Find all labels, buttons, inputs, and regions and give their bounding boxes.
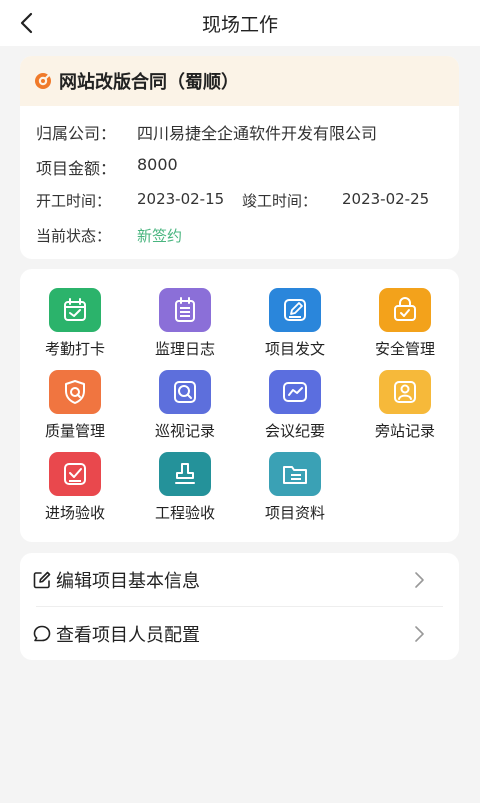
chevron-right-icon — [415, 572, 424, 588]
project-actions-card: 编辑项目基本信息 查看项目人员配置 — [20, 553, 459, 660]
edit-project-info-item[interactable]: 编辑项目基本信息 — [20, 553, 459, 607]
calendar-check-icon — [49, 288, 101, 332]
person-icon — [379, 370, 431, 414]
project-logo-icon — [35, 73, 51, 89]
tile-label: 考勤打卡 — [44, 340, 105, 358]
end-label: 竣工时间： — [242, 192, 318, 210]
view-project-staff-label: 查看项目人员配置 — [56, 625, 200, 646]
edit-icon — [33, 571, 51, 589]
status-row: 当前状态： 新签约 — [36, 225, 182, 246]
top-nav-bar: 现场工作 — [0, 0, 480, 46]
company-value: 四川易捷全企通软件开发有限公司 — [137, 124, 378, 143]
stamp-icon — [159, 452, 211, 496]
chevron-right-icon — [415, 626, 424, 642]
safety-bag-icon — [379, 288, 431, 332]
tile-label: 工程验收 — [154, 504, 215, 522]
tile-meeting-minutes[interactable]: 会议纪要 — [240, 370, 350, 452]
meeting-chart-icon — [269, 370, 321, 414]
view-project-staff-item[interactable]: 查看项目人员配置 — [20, 607, 459, 660]
status-value: 新签约 — [137, 227, 183, 245]
tile-label: 项目资料 — [264, 504, 325, 522]
status-label: 当前状态： — [36, 227, 112, 245]
tile-quality[interactable]: 质量管理 — [20, 370, 130, 452]
end-value: 2023-02-25 — [342, 190, 430, 208]
tile-project-materials[interactable]: 项目资料 — [240, 452, 350, 534]
tile-project-docs-issue[interactable]: 项目发文 — [240, 288, 350, 370]
project-name: 网站改版合同（蜀顺） — [59, 72, 239, 93]
company-row: 归属公司： 四川易捷全企通软件开发有限公司 — [36, 120, 377, 144]
tile-side-station-record[interactable]: 旁站记录 — [350, 370, 459, 452]
tile-label: 巡视记录 — [154, 422, 215, 440]
page-title: 现场工作 — [201, 14, 278, 36]
tile-supervision-log[interactable]: 监理日志 — [130, 288, 240, 370]
tile-label: 监理日志 — [154, 340, 215, 358]
start-label: 开工时间： — [36, 192, 112, 210]
company-label: 归属公司： — [36, 124, 117, 143]
folder-icon — [269, 452, 321, 496]
quality-shield-icon — [49, 370, 101, 414]
edit-doc-icon — [269, 288, 321, 332]
tile-label: 旁站记录 — [374, 422, 435, 440]
function-grid-card: 考勤打卡 监理日志 项目发文 安全管理 质量管理 巡视记录 会议纪要 旁站记录 … — [20, 269, 459, 542]
log-list-icon — [159, 288, 211, 332]
tile-entry-acceptance[interactable]: 进场验收 — [20, 452, 130, 534]
tile-label: 会议纪要 — [264, 422, 325, 440]
tile-label: 进场验收 — [44, 504, 105, 522]
tile-safety[interactable]: 安全管理 — [350, 288, 459, 370]
tile-label: 安全管理 — [374, 340, 435, 358]
start-value: 2023-02-15 — [137, 190, 225, 208]
project-info-card: 网站改版合同（蜀顺） 归属公司： 四川易捷全企通软件开发有限公司 项目金额： 8… — [20, 56, 459, 259]
tile-project-acceptance[interactable]: 工程验收 — [130, 452, 240, 534]
chat-bubble-icon — [33, 625, 51, 642]
date-row: 开工时间： 2023-02-15 竣工时间： 2023-02-25 — [36, 190, 429, 211]
entry-check-icon — [49, 452, 101, 496]
amount-row: 项目金额： 8000 — [36, 155, 178, 179]
amount-value: 8000 — [137, 155, 178, 174]
edit-project-info-label: 编辑项目基本信息 — [56, 571, 200, 592]
inspect-search-icon — [159, 370, 211, 414]
project-header: 网站改版合同（蜀顺） — [20, 56, 459, 106]
tile-inspection-record[interactable]: 巡视记录 — [130, 370, 240, 452]
tile-label: 项目发文 — [264, 340, 325, 358]
tile-attendance[interactable]: 考勤打卡 — [20, 288, 130, 370]
tile-label: 质量管理 — [44, 422, 105, 440]
amount-label: 项目金额： — [36, 159, 117, 178]
